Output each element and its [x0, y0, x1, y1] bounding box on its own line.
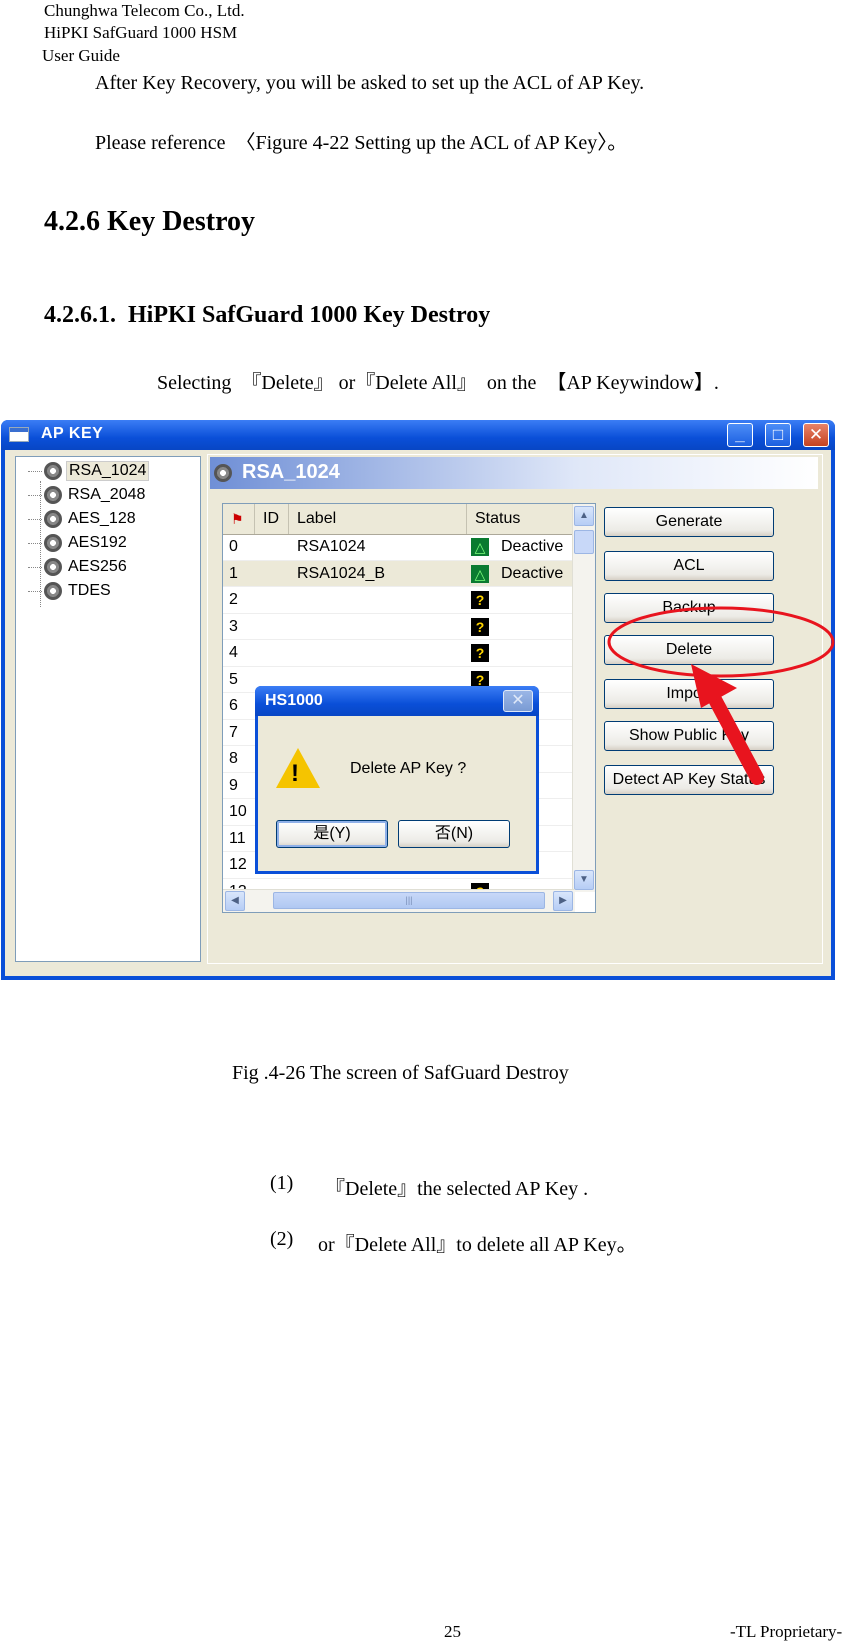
step-2-text: or『Delete All』to delete all AP Key。: [318, 1234, 637, 1256]
figure-caption: Fig .4-26 The screen of SafGuard Destroy: [232, 1062, 569, 1084]
section-heading: 4.2.6 Key Destroy: [44, 206, 255, 237]
header-product: HiPKI SafGuard 1000 HSM: [44, 23, 238, 42]
subsection-heading: 4.2.6.1. HiPKI SafGuard 1000 Key Destroy: [44, 302, 491, 328]
step-1-number: (1): [270, 1172, 294, 1194]
arrow-shaft: [704, 685, 764, 785]
annotation-overlay: [607, 606, 835, 785]
highlight-circle: [607, 606, 835, 678]
header-company: Chunghwa Telecom Co., Ltd.: [44, 1, 245, 20]
ap-key-window: AP KEY _ □ ✕ RSA_1024 RSA_2048 AES_128 A…: [1, 420, 835, 980]
step-1-text: 『Delete』the selected AP Key .: [325, 1178, 589, 1200]
page-number: 25: [444, 1622, 461, 1641]
intro-line-1: After Key Recovery, you will be asked to…: [95, 72, 645, 94]
step-2-number: (2): [270, 1228, 294, 1250]
proprietary-notice: -TL Proprietary-: [730, 1622, 843, 1641]
header-doc: User Guide: [42, 46, 120, 65]
instruction-text: Selecting 『Delete』 or『Delete All』 on the…: [157, 372, 719, 394]
intro-line-2: Please reference 〈Figure 4-22 Setting up…: [95, 132, 628, 154]
